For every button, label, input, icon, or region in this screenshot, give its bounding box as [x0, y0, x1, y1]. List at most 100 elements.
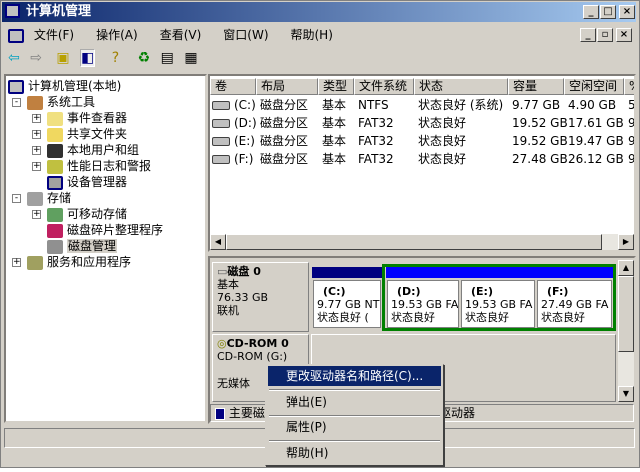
disk-type: 基本 — [217, 278, 239, 291]
minimize-button[interactable]: _ — [583, 5, 599, 19]
menu-window[interactable]: 窗口(W) — [223, 26, 268, 44]
collapse-icon[interactable]: - — [12, 194, 21, 203]
volume-row[interactable]: (C:) 磁盘分区 基本 NTFS 状态良好 (系统) 9.77 GB 4.90 GB 5 — [210, 96, 634, 114]
back-icon[interactable]: ⇦ — [8, 50, 20, 66]
help-icon[interactable]: ? — [112, 50, 119, 66]
menu-file[interactable]: 文件(F) — [34, 26, 74, 44]
volume-cell: 9 — [628, 152, 636, 166]
partition-letter: (D:) — [397, 285, 421, 298]
volume-cell: 17.61 GB — [568, 116, 624, 130]
menu-view[interactable]: 查看(V) — [160, 26, 202, 44]
partition-status: 状态良好 — [391, 311, 435, 324]
volume-cell: 26.12 GB — [568, 152, 624, 166]
tree-label: 服务和应用程序 — [47, 255, 132, 269]
partition-block[interactable]: (E:) 19.53 GB FA 状态良好 — [461, 280, 535, 328]
tree-pane: 计算机管理(本地) - 系统工具 + 事件查看器 + 共享文件夹 + 本地用户和组 + 性… — [4, 74, 207, 423]
scroll-right-button[interactable]: ▶ — [618, 234, 634, 250]
tree-item-disk-management[interactable]: 磁盘管理 — [47, 238, 118, 254]
partition-info: 9.77 GB NTI — [317, 298, 381, 311]
tree-item-event-viewer[interactable]: + 事件查看器 — [32, 110, 127, 126]
scroll-down-button[interactable]: ▼ — [618, 386, 634, 402]
volume-cell: 9 — [628, 116, 636, 130]
partition-bar — [460, 267, 536, 278]
volume-row[interactable]: (E:) 磁盘分区 基本 FAT32 状态良好 19.52 GB 19.47 GB 9 — [210, 132, 634, 150]
mdi-minimize-button[interactable]: _ — [580, 28, 596, 42]
partition-bar — [536, 267, 613, 278]
scroll-left-button[interactable]: ◀ — [210, 234, 226, 250]
column-header-status[interactable]: 状态 — [414, 78, 508, 95]
menu-item-help[interactable]: 帮助(H) — [268, 443, 441, 463]
expand-icon[interactable]: + — [32, 114, 41, 123]
tree-item-shared-folders[interactable]: + 共享文件夹 — [32, 126, 127, 142]
expand-icon[interactable]: + — [32, 130, 41, 139]
scroll-thumb[interactable] — [226, 234, 602, 250]
tree-item-defrag[interactable]: 磁盘碎片整理程序 — [47, 222, 163, 238]
computer-icon — [8, 28, 24, 43]
mdi-close-button[interactable]: × — [616, 28, 632, 42]
refresh-icon[interactable]: ♻ — [138, 50, 151, 66]
column-header-capacity[interactable]: 容量 — [508, 78, 564, 95]
expand-icon[interactable]: + — [32, 162, 41, 171]
cdrom-drive: CD-ROM (G:) — [217, 350, 288, 363]
volume-cell: (C:) — [234, 98, 256, 112]
column-header-percent[interactable]: % — [624, 78, 634, 95]
tree-item-storage[interactable]: - 存储 — [12, 190, 71, 206]
scroll-up-button[interactable]: ▲ — [618, 260, 634, 276]
tree-root[interactable]: 计算机管理(本地) — [8, 78, 121, 94]
export-icon[interactable]: ▦ — [184, 50, 197, 66]
vertical-scrollbar[interactable]: ▲ ▼ — [618, 260, 634, 402]
volume-cell: FAT32 — [358, 134, 394, 148]
tree-item-device-manager[interactable]: 设备管理器 — [47, 174, 127, 190]
properties-icon[interactable]: ▤ — [161, 50, 174, 66]
forward-icon[interactable]: ⇨ — [30, 50, 42, 66]
volume-cell: 状态良好 — [418, 116, 467, 130]
volume-cell: (F:) — [234, 152, 254, 166]
column-header-volume[interactable]: 卷 — [210, 78, 256, 95]
collapse-icon[interactable]: - — [12, 98, 21, 107]
menu-item-properties[interactable]: 属性(P) — [268, 417, 441, 437]
tree-item-removable-storage[interactable]: + 可移动存储 — [32, 206, 127, 222]
menu-action[interactable]: 操作(A) — [96, 26, 138, 44]
volume-cell: 9 — [628, 134, 636, 148]
volume-row[interactable]: (D:) 磁盘分区 基本 FAT32 状态良好 19.52 GB 17.61 GB 9 — [210, 114, 634, 132]
expand-icon[interactable]: + — [12, 258, 21, 267]
volume-cell: 状态良好 (系统) — [418, 98, 504, 112]
horizontal-scrollbar[interactable]: ◀ ▶ — [210, 234, 634, 250]
expand-icon[interactable]: + — [32, 210, 41, 219]
column-header-filesystem[interactable]: 文件系统 — [354, 78, 414, 95]
disk0-label[interactable]: ▭磁盘 0 基本 76.33 GB 联机 — [212, 262, 309, 332]
drive-icon — [212, 119, 230, 128]
storage-icon — [27, 191, 43, 206]
up-folder-icon[interactable]: ▣ — [56, 50, 69, 66]
show-hide-tree-icon[interactable]: ◧ — [80, 49, 96, 67]
column-header-type[interactable]: 类型 — [318, 78, 354, 95]
volume-row[interactable]: (F:) 磁盘分区 基本 FAT32 状态良好 27.48 GB 26.12 GB 9 — [210, 150, 634, 168]
maximize-button[interactable]: □ — [600, 5, 616, 19]
menu-help[interactable]: 帮助(H) — [291, 26, 333, 44]
tree-label: 可移动存储 — [67, 207, 128, 221]
partition-block[interactable]: (D:) 19.53 GB FA 状态良好 — [387, 280, 459, 328]
services-icon — [27, 255, 43, 270]
tree-item-local-users[interactable]: + 本地用户和组 — [32, 142, 139, 158]
status-bar-pane — [429, 428, 635, 448]
mdi-restore-button[interactable]: ▫ — [597, 28, 613, 42]
title-bar: 计算机管理 — [2, 2, 636, 22]
partition-letter: (C:) — [323, 285, 346, 298]
tree-item-performance-logs[interactable]: + 性能日志和警报 — [32, 158, 151, 174]
partition-letter: (E:) — [471, 285, 493, 298]
cdrom-icon: ◎ — [217, 337, 227, 350]
tree-label: 设备管理器 — [67, 175, 128, 189]
partition-block[interactable]: (F:) 27.49 GB FA 状态良好 — [537, 280, 612, 328]
menu-item-eject[interactable]: 弹出(E) — [268, 392, 441, 412]
legend-primary-swatch — [215, 407, 225, 420]
event-viewer-icon — [47, 111, 63, 126]
column-header-layout[interactable]: 布局 — [256, 78, 318, 95]
tree-item-system-tools[interactable]: - 系统工具 — [12, 94, 95, 110]
expand-icon[interactable]: + — [32, 146, 41, 155]
column-header-free-space[interactable]: 空闲空间 — [564, 78, 624, 95]
menu-item-change-drive-letter[interactable]: 更改驱动器名和路径(C)... — [268, 366, 441, 386]
close-button[interactable]: × — [619, 5, 635, 19]
partition-block[interactable]: (C:) 9.77 GB NTI 状态良好 ( — [313, 280, 381, 328]
tree-item-services-apps[interactable]: + 服务和应用程序 — [12, 254, 131, 270]
scroll-thumb[interactable] — [618, 276, 634, 352]
